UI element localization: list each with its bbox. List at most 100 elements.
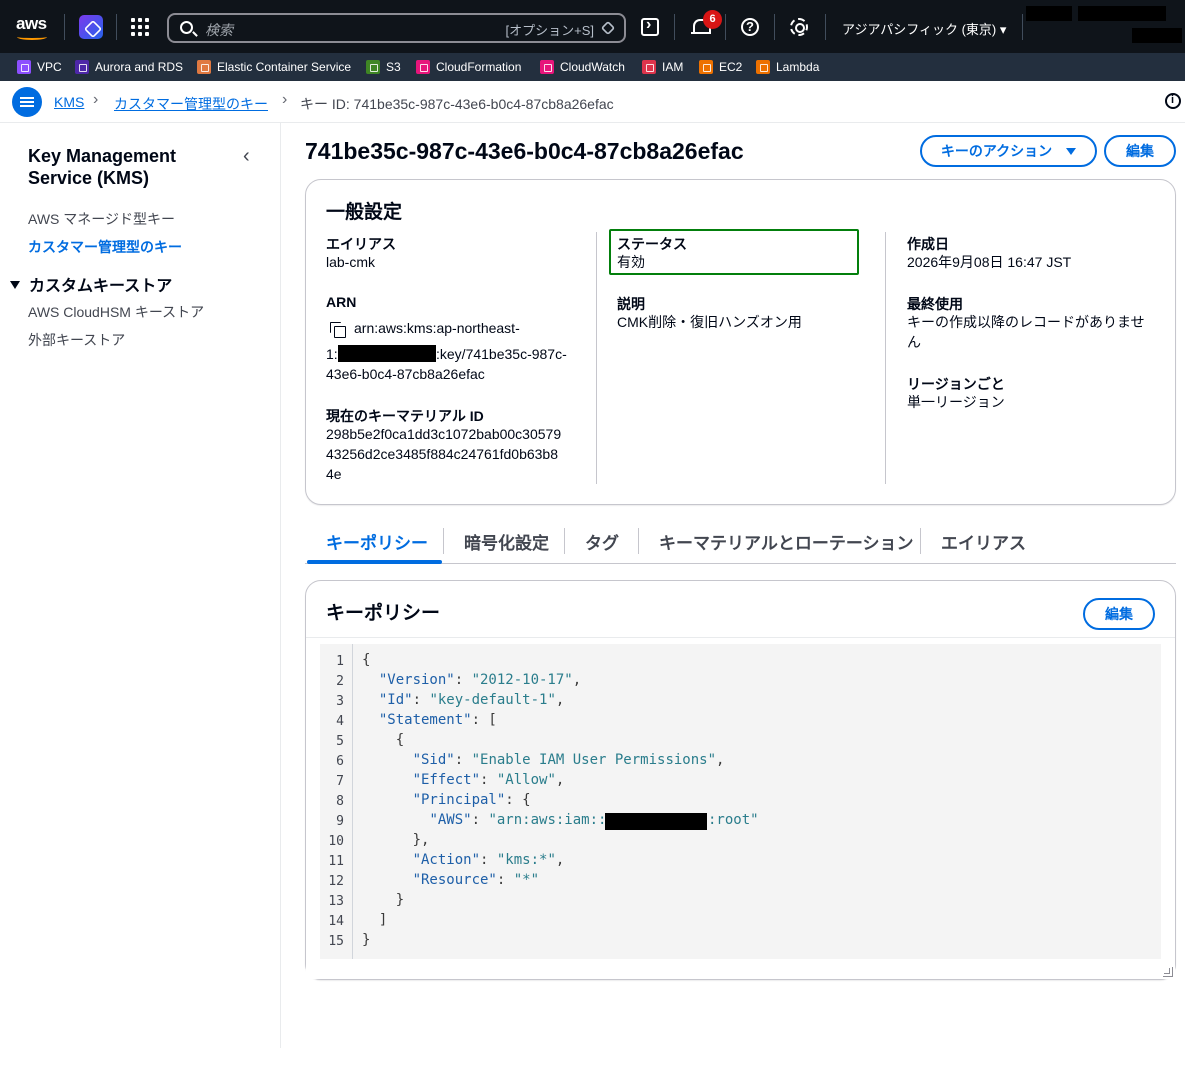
sidebar-item-aws-managed-keys[interactable]: AWS マネージド型キー (28, 209, 175, 229)
tab-aliases[interactable]: エイリアス (941, 529, 1026, 554)
favorites-bar: VPC Aurora and RDS Elastic Container Ser… (0, 53, 1185, 81)
line-number: 3 (336, 694, 344, 709)
sidebar-item-cloudhsm-key-stores[interactable]: AWS CloudHSM キーストア (28, 302, 204, 322)
cloudshell-icon[interactable] (641, 16, 659, 36)
info-icon[interactable] (1165, 93, 1181, 109)
alias-value: lab-cmk (326, 254, 376, 270)
line-number: 11 (328, 854, 344, 869)
favorite-lambda[interactable]: Lambda (756, 60, 819, 74)
caret-down-icon (10, 281, 20, 289)
code-line: "AWS": "arn:aws:iam:: (429, 812, 607, 828)
cloudformation-icon (416, 60, 430, 74)
favorite-iam[interactable]: IAM (642, 60, 683, 74)
favorite-aurora-rds[interactable]: Aurora and RDS (75, 60, 183, 74)
edit-policy-button[interactable]: 編集 (1083, 598, 1155, 630)
search-input[interactable]: 検索 [オプション+S] (167, 13, 626, 43)
code-line: "Principal": { (412, 792, 531, 808)
page-title: 741be35c-987c-43e6-b0c4-87cb8a26efac (305, 138, 744, 164)
lambda-icon (756, 60, 770, 74)
tab-tags[interactable]: タグ (585, 529, 619, 554)
tab-key-policy[interactable]: キーポリシー (326, 529, 428, 554)
code-line: ] (362, 912, 388, 928)
code-line: } (362, 932, 371, 948)
code-line: }, (362, 832, 430, 848)
code-area[interactable]: 1 2 3 4 5 6 7 8 9 10 11 12 13 14 15 { "V… (320, 644, 1161, 959)
tab-encryption-settings[interactable]: 暗号化設定 (464, 529, 549, 554)
column-divider (596, 232, 597, 484)
side-nav-title[interactable]: Key Management Service (KMS) (28, 145, 228, 189)
region-selector[interactable]: アジアパシフィック (東京) ▾ (842, 19, 1006, 38)
tab-key-material-rotation[interactable]: キーマテリアルとローテーション (659, 529, 914, 554)
key-actions-button[interactable]: キーのアクション (920, 135, 1097, 167)
copy-icon[interactable] (330, 322, 347, 339)
last-used-value-line2: ん (907, 334, 921, 350)
settings-gear-icon[interactable] (790, 18, 808, 36)
arn-value-line1[interactable]: arn:aws:kms:ap-northeast- (354, 318, 520, 338)
sidebar-item-external-key-stores[interactable]: 外部キーストア (28, 330, 125, 350)
arn-value-line3: 43e6-b0c4-87cb8a26efac (326, 366, 485, 382)
redacted-account (1078, 6, 1166, 21)
status-value: 有効 (617, 254, 645, 270)
favorite-vpc[interactable]: VPC (17, 60, 62, 74)
breadcrumb-customer-managed-keys[interactable]: カスタマー管理型のキー (114, 94, 268, 114)
chevron-left-icon[interactable]: ‹ (243, 145, 250, 168)
side-menu-toggle-button[interactable] (12, 87, 42, 117)
edit-button[interactable]: 編集 (1104, 135, 1176, 167)
line-number: 9 (336, 814, 344, 829)
iam-icon (642, 60, 656, 74)
notifications-badge: 6 (703, 10, 722, 29)
line-number: 4 (336, 714, 344, 729)
line-number-gutter: 1 2 3 4 5 6 7 8 9 10 11 12 13 14 15 (320, 644, 353, 959)
line-number: 12 (328, 874, 344, 889)
code-line: "Statement": [ (378, 712, 497, 728)
chevron-right-icon: › (282, 91, 288, 108)
line-number: 14 (328, 914, 344, 929)
resize-handle-icon[interactable] (1163, 967, 1173, 977)
amazon-q-mini-icon (600, 20, 616, 36)
services-grid-icon[interactable] (131, 18, 149, 36)
code-line: "Effect": "Allow", (412, 772, 565, 788)
line-number: 5 (336, 734, 344, 749)
regionality-label: リージョンごと (907, 376, 1005, 392)
code-line: :root" (708, 812, 759, 828)
code-line: { (362, 652, 371, 668)
aws-logo[interactable]: aws (16, 14, 50, 40)
code-line: "Resource": "*" (412, 872, 540, 888)
column-divider (885, 232, 886, 484)
sidebar-item-customer-managed-keys[interactable]: カスタマー管理型のキー (28, 237, 182, 257)
key-material-id-label: 現在のキーマテリアル ID (326, 408, 484, 424)
help-icon[interactable] (741, 18, 759, 36)
favorite-s3[interactable]: S3 (366, 60, 401, 74)
sidebar-section-custom-key-stores[interactable]: カスタムキーストア (10, 272, 172, 296)
detail-tabs: キーポリシー 暗号化設定 タグ キーマテリアルとローテーション エイリアス (305, 520, 1176, 564)
redacted-account-id (338, 345, 436, 362)
created-value: 2026年9月08日 16:47 JST (907, 254, 1072, 270)
line-number: 15 (328, 934, 344, 949)
key-material-id-line2: 43256d2ce3485f884c24761fd0b63b8 (326, 446, 559, 462)
side-navigation: Key Management Service (KMS) ‹ AWS マネージド… (0, 123, 281, 1048)
ecs-icon (197, 60, 211, 74)
created-label: 作成日 (907, 236, 949, 252)
favorite-cloudwatch[interactable]: CloudWatch (540, 60, 625, 74)
favorite-ecs[interactable]: Elastic Container Service (197, 60, 351, 74)
tab-separator (443, 528, 444, 554)
nav-divider (774, 14, 775, 40)
code-line: } (362, 892, 405, 908)
key-policy-editor[interactable]: 1 2 3 4 5 6 7 8 9 10 11 12 13 14 15 { "V… (306, 637, 1175, 979)
line-number: 2 (336, 674, 344, 689)
line-number: 10 (328, 834, 344, 849)
nav-divider (825, 14, 826, 40)
redacted-account (1132, 28, 1182, 43)
aws-smile-icon (17, 34, 47, 40)
active-tab-indicator (307, 560, 442, 564)
favorite-cloudformation[interactable]: CloudFormation (416, 60, 521, 74)
vpc-icon (17, 60, 31, 74)
breadcrumb-kms[interactable]: KMS (54, 94, 84, 110)
favorite-ec2[interactable]: EC2 (699, 60, 742, 74)
status-label: ステータス (617, 236, 687, 252)
key-policy-title: キーポリシー (326, 603, 441, 624)
code-line: "Version": "2012-10-17", (378, 672, 582, 688)
s3-icon (366, 60, 380, 74)
nav-divider (725, 14, 726, 40)
amazon-q-icon[interactable] (79, 15, 103, 39)
